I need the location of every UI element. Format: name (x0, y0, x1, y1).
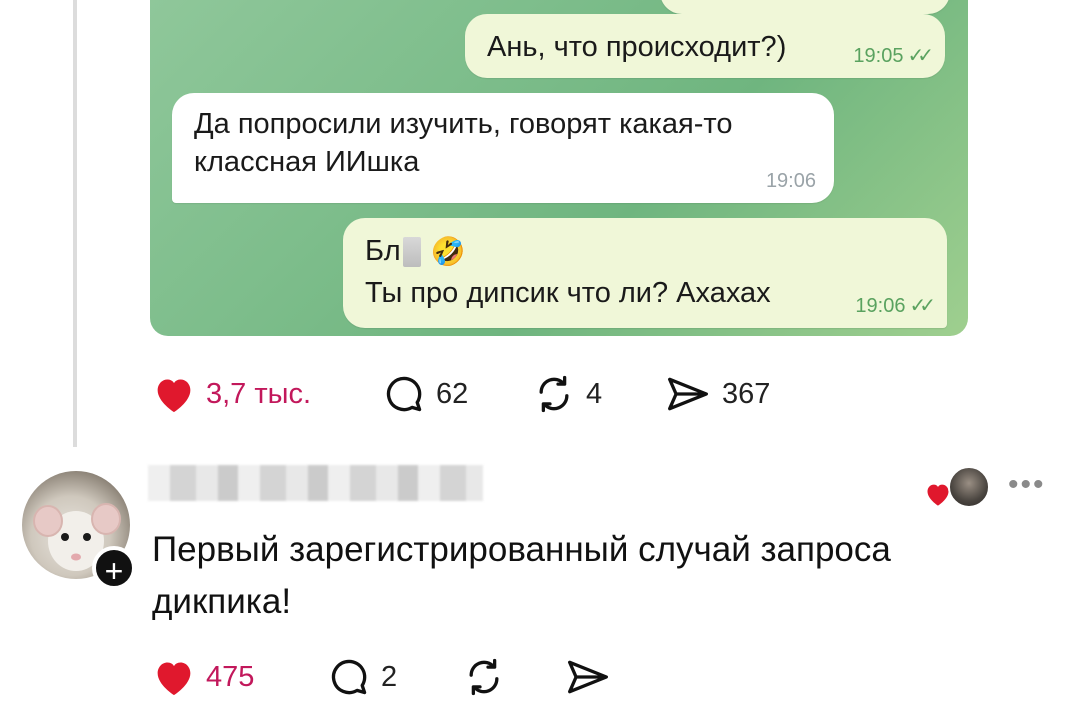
share-icon (668, 377, 708, 411)
comment-count: 2 (381, 660, 398, 693)
thread-line (73, 0, 77, 447)
message-time: 19:05 ✓✓ (853, 45, 933, 67)
message-text-line2: Ты про дипсик что ли? Ахахах (365, 277, 771, 309)
previous-message-bubble (660, 0, 950, 14)
message-text: Да попросили изучить, говорят какая-то к… (194, 108, 733, 178)
comment-count: 62 (436, 377, 469, 410)
author-avatar (948, 466, 990, 508)
message-time: 19:06 (765, 170, 816, 192)
chat-message-outgoing: Ань, что происходит?) 19:05 ✓✓ (465, 14, 945, 78)
author-liked-indicator (924, 463, 990, 509)
repost-icon (539, 375, 569, 413)
comment-icon (386, 376, 422, 412)
like-button[interactable]: 475 (152, 657, 327, 697)
repost-button[interactable]: 4 (532, 372, 664, 416)
reply-text: Первый зарегистрированный случай запроса… (152, 530, 891, 621)
heart-icon (157, 662, 191, 696)
repost-icon (469, 658, 499, 696)
share-count: 367 (722, 377, 771, 410)
comment-button[interactable]: 62 (382, 372, 532, 416)
like-count: 475 (206, 660, 255, 693)
post-action-bar: 3,7 тыс. 62 4 367 (152, 372, 770, 416)
comment-icon (331, 659, 367, 695)
censor-blur (402, 237, 421, 268)
more-options-icon[interactable]: ••• (1008, 470, 1046, 500)
read-ticks-icon: ✓✓ (909, 295, 935, 317)
like-count: 3,7 тыс. (206, 377, 312, 410)
chat-screenshot-image[interactable]: Ань, что происходит?) 19:05 ✓✓ Да попроси… (150, 0, 968, 336)
comment-button[interactable]: 2 (327, 655, 462, 699)
follow-button[interactable]: + (92, 546, 136, 590)
like-button[interactable]: 3,7 тыс. (152, 374, 382, 414)
message-text: Ань, что происходит?) (487, 31, 787, 63)
repost-count: 4 (586, 377, 603, 410)
share-button[interactable] (564, 655, 612, 699)
share-icon (568, 660, 608, 694)
chat-message-outgoing: Бл 🤣 Ты про дипсик что ли? Ахахах 19:06 ✓✓ (343, 218, 947, 328)
message-text-line1: Бл 🤣 (365, 232, 466, 271)
chat-message-incoming: Да попросили изучить, говорят какая-то к… (172, 93, 834, 203)
read-ticks-icon: ✓✓ (907, 45, 933, 67)
message-time: 19:06 ✓✓ (855, 295, 935, 317)
username-blurred[interactable] (148, 465, 483, 501)
repost-button[interactable] (462, 655, 564, 699)
heart-icon (157, 379, 191, 413)
rofl-emoji-icon: 🤣 (430, 236, 466, 268)
share-button[interactable]: 367 (664, 372, 770, 416)
reply-action-bar: 475 2 (152, 655, 612, 699)
